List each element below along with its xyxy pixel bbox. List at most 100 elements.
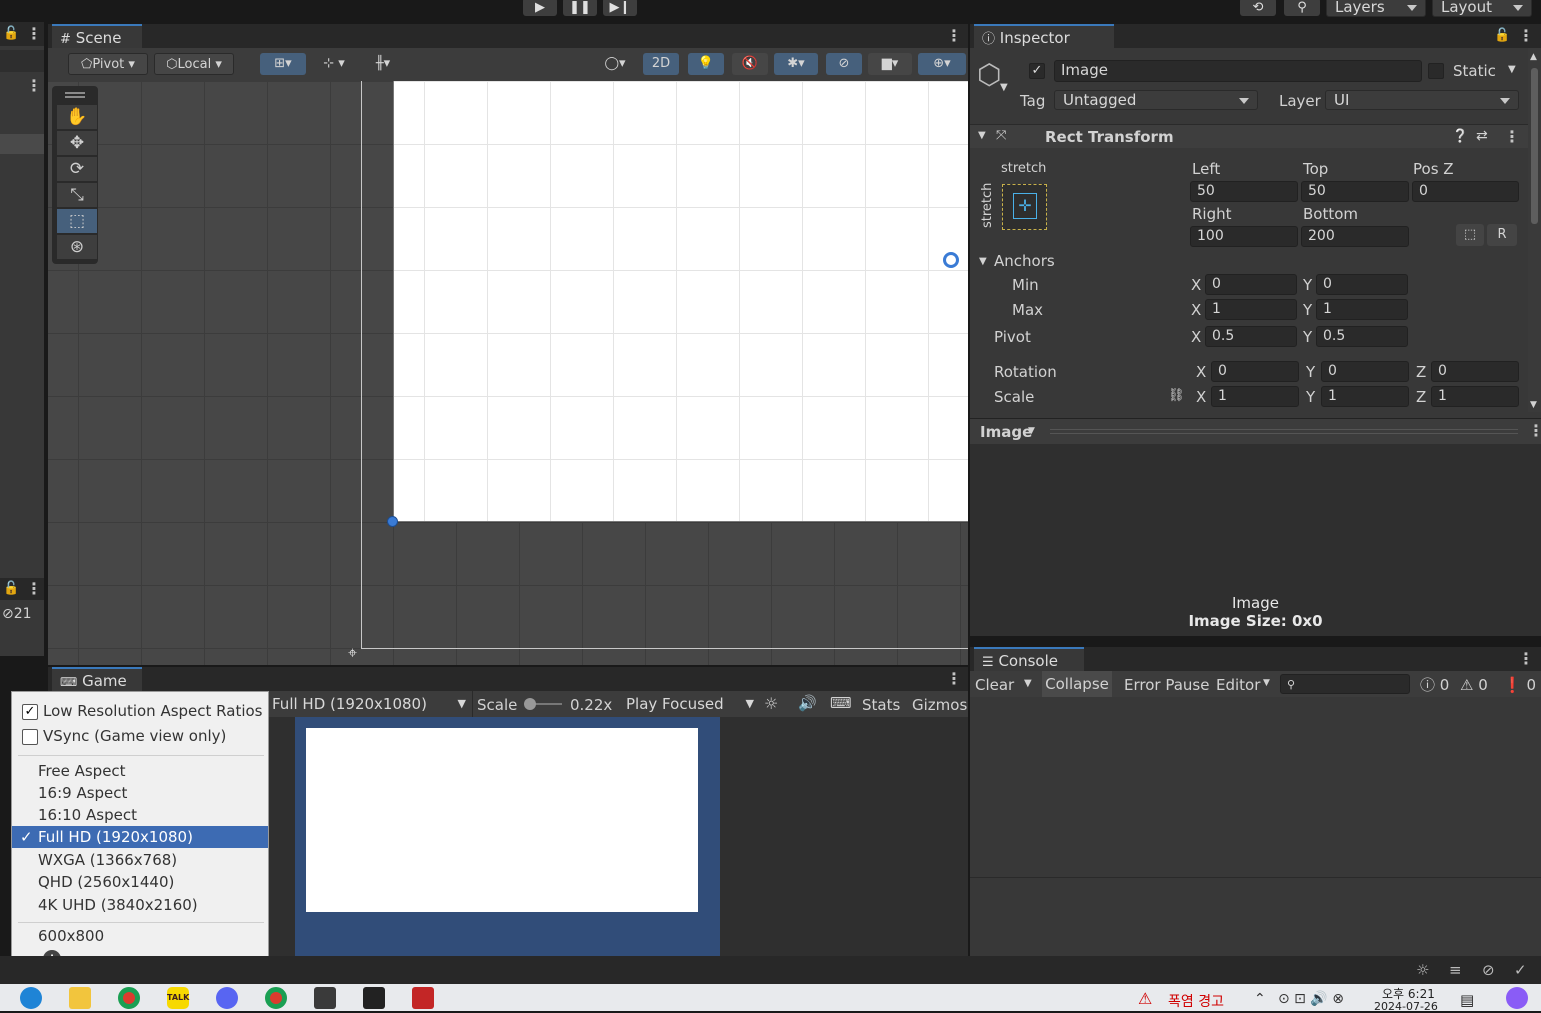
aspect-item[interactable]: QHD (2560x1440) — [12, 871, 268, 893]
mode-2d-button[interactable]: 2D — [643, 53, 679, 75]
static-checkbox[interactable] — [1428, 63, 1444, 79]
chrome-icon[interactable] — [118, 987, 140, 1009]
visibility-button[interactable]: ⊘ — [826, 53, 862, 75]
scale-y-field[interactable]: 1 — [1321, 386, 1409, 407]
rotation-y-field[interactable]: 0 — [1321, 361, 1409, 382]
hierarchy-selected-row[interactable] — [0, 134, 44, 154]
keyboard-icon[interactable]: ⌨ — [830, 694, 852, 712]
scene-viewport[interactable]: ⌖ — [48, 81, 968, 665]
aspect-item-custom[interactable]: 600x800 — [12, 925, 268, 947]
transform-tool[interactable]: ⊛ — [57, 235, 97, 259]
collapse-button[interactable]: Collapse — [1042, 671, 1112, 697]
aspect-item[interactable]: WXGA (1366x768) — [12, 849, 268, 871]
info-count-toggle[interactable]: ⓘ 0 — [1420, 676, 1449, 694]
move-tool[interactable]: ✥ — [57, 131, 97, 155]
unity-editor-icon[interactable] — [363, 987, 385, 1009]
raw-edit-button[interactable]: R — [1487, 224, 1517, 246]
tab-console[interactable]: ☰ Console — [974, 647, 1084, 671]
console-split[interactable] — [970, 877, 1541, 878]
kebab-icon[interactable]: ⋮ — [1528, 423, 1541, 439]
scale-tool[interactable]: ⤡ — [57, 183, 97, 207]
vsync-label[interactable]: VSync (Game view only) — [43, 727, 226, 745]
cache-icon[interactable]: ≡ — [1449, 961, 1462, 979]
hierarchy-search[interactable] — [0, 50, 44, 72]
bug-off-icon[interactable]: ☼ — [1416, 961, 1429, 979]
copilot-icon[interactable] — [1506, 987, 1528, 1009]
link-icon[interactable]: ⛓ — [1168, 388, 1185, 403]
gizmos-dropdown[interactable]: ⊕▾ — [918, 53, 966, 75]
aspect-item[interactable]: 16:10 Aspect — [12, 804, 268, 826]
network-off-icon[interactable]: ⊘ — [1482, 961, 1495, 979]
rotation-z-field[interactable]: 0 — [1431, 361, 1519, 382]
aspect-item[interactable]: ✓ Full HD (1920x1080) — [12, 826, 268, 848]
lighting-button[interactable]: 💡 — [688, 53, 724, 75]
max-x-field[interactable]: 1 — [1205, 299, 1297, 320]
tag-dropdown[interactable]: Untagged — [1054, 90, 1258, 110]
scroll-up-icon[interactable]: ▲ — [1530, 52, 1537, 62]
folder-icon[interactable] — [69, 987, 91, 1009]
low-res-checkbox[interactable]: ✓ — [22, 704, 38, 720]
discord-icon[interactable] — [216, 987, 238, 1009]
app-icon[interactable] — [412, 987, 434, 1009]
aspect-item[interactable]: 4K UHD (3840x2160) — [12, 894, 268, 916]
hidden-objects-counter[interactable]: ⊘21 — [2, 606, 32, 622]
rect-tool[interactable]: ⬚ — [57, 209, 97, 233]
rotate-tool[interactable]: ⟳ — [57, 157, 97, 181]
local-dropdown[interactable]: ⬡Local ▾ — [154, 53, 234, 75]
active-checkbox[interactable]: ✓ — [1029, 63, 1045, 79]
rect-transform-header[interactable]: ▼ ⤧ Rect Transform ❔ ⇄ ⋮ — [970, 124, 1528, 148]
tab-scene[interactable]: # Scene — [52, 24, 142, 48]
top-field[interactable]: 50 — [1301, 181, 1409, 202]
left-field[interactable]: 50 — [1190, 181, 1298, 202]
history-button[interactable]: ⟲ — [1240, 0, 1276, 16]
vsync-checkbox[interactable] — [22, 729, 38, 745]
resolution-dropdown[interactable]: Full HD (1920x1080) ▼ — [268, 693, 466, 715]
aspect-item[interactable]: 16:9 Aspect — [12, 782, 268, 804]
pivot-y-field[interactable]: 0.5 — [1316, 326, 1408, 347]
effects-button[interactable]: ✱▾ — [774, 53, 818, 75]
anchor-preset-button[interactable]: ✛ — [1002, 184, 1047, 230]
image-rect[interactable] — [393, 81, 968, 522]
foldout-arrow-icon[interactable]: ▼ — [979, 256, 987, 267]
tab-game[interactable]: ⌨ Game — [52, 667, 142, 691]
bug-icon[interactable]: ☼ — [764, 694, 778, 713]
pivot-x-field[interactable]: 0.5 — [1205, 326, 1297, 347]
scale-slider-thumb[interactable] — [524, 698, 536, 710]
scale-x-field[interactable]: 1 — [1211, 386, 1299, 407]
kebab-icon[interactable]: ⋮ — [946, 671, 962, 687]
pivot-dropdown[interactable]: ⬠Pivot ▾ — [68, 53, 148, 75]
chevron-down-icon[interactable]: ▼ — [1024, 678, 1032, 689]
lock-icon[interactable]: 🔓 — [3, 26, 19, 41]
camera-button[interactable]: ▆▾ — [868, 53, 912, 75]
ruler-button[interactable]: ╫▾ — [362, 53, 404, 75]
rotation-x-field[interactable]: 0 — [1211, 361, 1299, 382]
chevron-down-icon[interactable]: ▼ — [1000, 82, 1008, 93]
help-icon[interactable]: ❔ — [1452, 129, 1468, 144]
inspector-scrollbar[interactable]: ▲ ▼ — [1528, 48, 1541, 412]
kebab-icon[interactable]: ⋮ — [26, 581, 42, 597]
palette-grip[interactable] — [65, 92, 85, 94]
low-res-label[interactable]: Low Resolution Aspect Ratios — [43, 702, 263, 720]
clock-date[interactable]: 2024-07-26 — [1374, 1000, 1438, 1013]
editor-dropdown[interactable]: Editor — [1216, 676, 1260, 694]
kebab-icon[interactable]: ⋮ — [1504, 129, 1520, 145]
weather-warning[interactable]: 폭염 경고 — [1168, 991, 1224, 1011]
min-y-field[interactable]: 0 — [1316, 274, 1408, 295]
increment-snap-button[interactable]: ⊹ ▾ — [314, 53, 354, 75]
kebab-icon[interactable]: ⋮ — [26, 26, 42, 42]
min-x-field[interactable]: 0 — [1205, 274, 1297, 295]
scrollbar-thumb[interactable] — [1531, 68, 1538, 224]
error-count-toggle[interactable]: ❗ 0 — [1503, 676, 1536, 694]
bottom-field[interactable]: 200 — [1301, 226, 1409, 247]
preset-icon[interactable]: ⇄ — [1476, 128, 1488, 144]
rect-handle[interactable] — [387, 516, 398, 527]
grid-snap-button[interactable]: ⊞▾ — [260, 53, 306, 75]
play-button[interactable]: ▶ — [523, 0, 557, 16]
posz-field[interactable]: 0 — [1412, 181, 1519, 202]
chevron-down-icon[interactable]: ▼ — [1508, 64, 1516, 75]
max-y-field[interactable]: 1 — [1316, 299, 1408, 320]
edge-icon[interactable] — [20, 987, 42, 1009]
play-focused-dropdown[interactable]: Play Focused ▼ — [622, 693, 756, 715]
pivot-handle[interactable] — [943, 252, 959, 268]
lock-icon[interactable]: 🔓 — [3, 581, 19, 596]
